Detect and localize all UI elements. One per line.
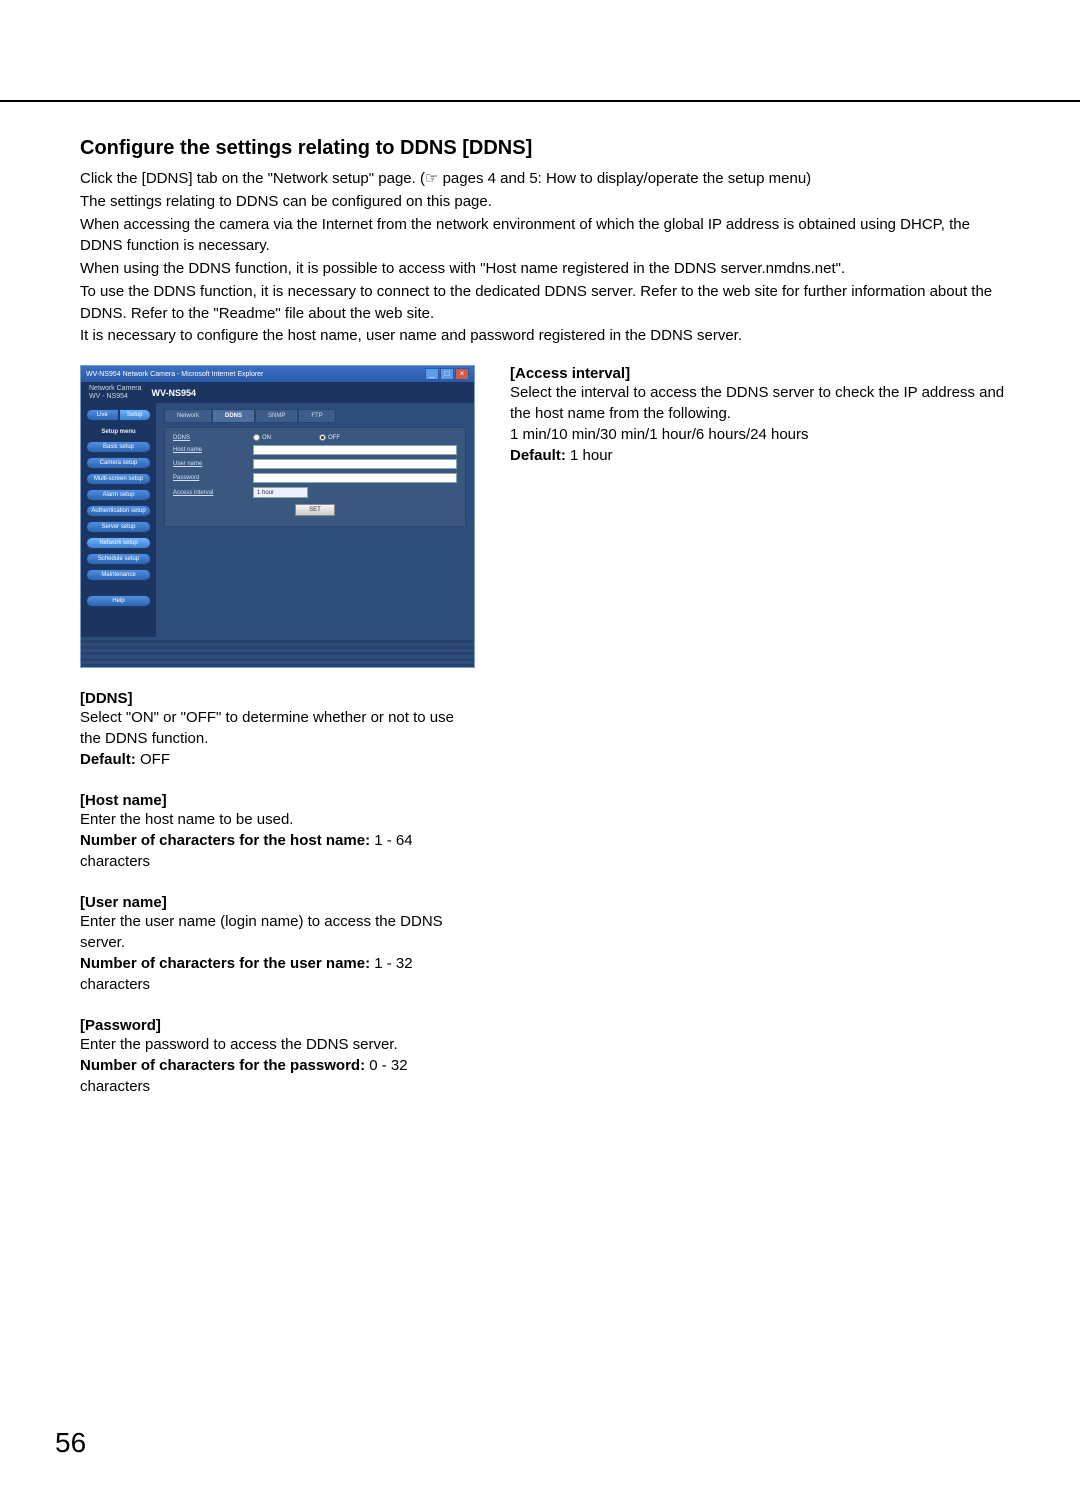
section-heading: [Password] (80, 1017, 475, 1034)
window-title: WV-NS954 Network Camera - Microsoft Inte… (86, 371, 263, 378)
section-body: Enter the user name (login name) to acce… (80, 911, 475, 953)
sidebar-item-network[interactable]: Network setup (86, 537, 151, 549)
sidebar: Live Setup Setup menu Basic setup Camera… (81, 403, 156, 637)
section-numchars: Number of characters for the user name: … (80, 953, 475, 995)
sidebar-item-schedule[interactable]: Schedule setup (86, 553, 151, 565)
intro-line: Click the [DDNS] tab on the "Network set… (80, 168, 1005, 190)
intro-block: Click the [DDNS] tab on the "Network set… (80, 168, 1005, 347)
page-title: Configure the settings relating to DDNS … (80, 137, 1005, 160)
close-icon[interactable]: × (455, 368, 469, 380)
sidebar-item-multiscreen[interactable]: Multi-screen setup (86, 473, 151, 485)
section-body: Select "ON" or "OFF" to determine whethe… (80, 707, 475, 749)
intro-line: When accessing the camera via the Intern… (80, 214, 1005, 258)
tab-network[interactable]: Network (164, 409, 212, 423)
sidebar-item-basic[interactable]: Basic setup (86, 441, 151, 453)
intro-line: It is necessary to configure the host na… (80, 325, 1005, 347)
section-password: [Password] Enter the password to access … (80, 1017, 475, 1097)
sidebar-item-help[interactable]: Help (86, 595, 151, 607)
section-hostname: [Host name] Enter the host name to be us… (80, 792, 475, 872)
field-label-ddns: DDNS (173, 435, 243, 441)
page-number: 56 (55, 1427, 86, 1459)
section-username: [User name] Enter the user name (login n… (80, 894, 475, 995)
tab-snmp[interactable]: SNMP (255, 409, 298, 423)
hostname-input[interactable] (253, 445, 457, 455)
radio-on-label: ON (262, 435, 271, 441)
radio-dot-icon (253, 434, 260, 441)
brand-block: Network Camera WV - NS954 (89, 385, 142, 400)
tab-ddns[interactable]: DDNS (212, 409, 255, 423)
brand-line1: Network Camera (89, 385, 142, 393)
sidebar-heading: Setup menu (86, 429, 151, 435)
sidebar-item-server[interactable]: Server setup (86, 521, 151, 533)
ddns-form: DDNS ON OFF Host name User name (164, 427, 466, 527)
field-label-hostname: Host name (173, 447, 243, 453)
statusbar (81, 637, 474, 667)
section-ddns: [DDNS] Select "ON" or "OFF" to determine… (80, 690, 475, 770)
main-panel: Network DDNS SNMP FTP DDNS ON OFF (156, 403, 474, 637)
radio-dot-icon (319, 434, 326, 441)
tab-bar: Network DDNS SNMP FTP (164, 409, 466, 423)
minimize-icon[interactable]: _ (425, 368, 439, 380)
section-heading: [Access interval] (510, 365, 1005, 382)
field-label-username: User name (173, 461, 243, 467)
section-default: Default: 1 hour (510, 445, 1005, 466)
radio-off-label: OFF (328, 435, 340, 441)
interval-select[interactable]: 1 hour (253, 487, 308, 498)
section-options: 1 min/10 min/30 min/1 hour/6 hours/24 ho… (510, 424, 1005, 445)
set-button[interactable]: SET (295, 504, 335, 516)
interval-value: 1 hour (257, 490, 274, 496)
sidebar-item-maintenance[interactable]: Maintenance (86, 569, 151, 581)
section-numchars: Number of characters for the host name: … (80, 830, 475, 872)
intro-line: When using the DDNS function, it is poss… (80, 258, 1005, 280)
tab-live[interactable]: Live (86, 409, 119, 421)
tab-setup[interactable]: Setup (119, 409, 152, 421)
section-default: Default: OFF (80, 749, 475, 770)
model-label: WV-NS954 (152, 388, 197, 398)
window-titlebar: WV-NS954 Network Camera - Microsoft Inte… (81, 366, 474, 382)
embedded-screenshot: WV-NS954 Network Camera - Microsoft Inte… (80, 365, 475, 668)
sidebar-item-authentication[interactable]: Authentication setup (86, 505, 151, 517)
tab-ftp[interactable]: FTP (298, 409, 335, 423)
section-heading: [User name] (80, 894, 475, 911)
section-heading: [DDNS] (80, 690, 475, 707)
sidebar-item-camera[interactable]: Camera setup (86, 457, 151, 469)
section-access-interval: [Access interval] Select the interval to… (510, 365, 1005, 466)
maximize-icon[interactable]: □ (440, 368, 454, 380)
radio-on[interactable]: ON (253, 434, 271, 441)
section-heading: [Host name] (80, 792, 475, 809)
brand-line2: WV - NS954 (89, 393, 142, 401)
intro-line: To use the DDNS function, it is necessar… (80, 281, 1005, 325)
sidebar-item-alarm[interactable]: Alarm setup (86, 489, 151, 501)
field-label-password: Password (173, 475, 243, 481)
section-body: Select the interval to access the DDNS s… (510, 382, 1005, 424)
app-header: Network Camera WV - NS954 WV-NS954 (81, 382, 474, 403)
section-numchars: Number of characters for the password: 0… (80, 1055, 475, 1097)
section-body: Enter the password to access the DDNS se… (80, 1034, 475, 1055)
intro-line: The settings relating to DDNS can be con… (80, 191, 1005, 213)
username-input[interactable] (253, 459, 457, 469)
window-buttons: _□× (424, 368, 469, 380)
section-body: Enter the host name to be used. (80, 809, 475, 830)
password-input[interactable] (253, 473, 457, 483)
radio-off[interactable]: OFF (319, 434, 340, 441)
field-label-interval: Access interval (173, 490, 243, 496)
